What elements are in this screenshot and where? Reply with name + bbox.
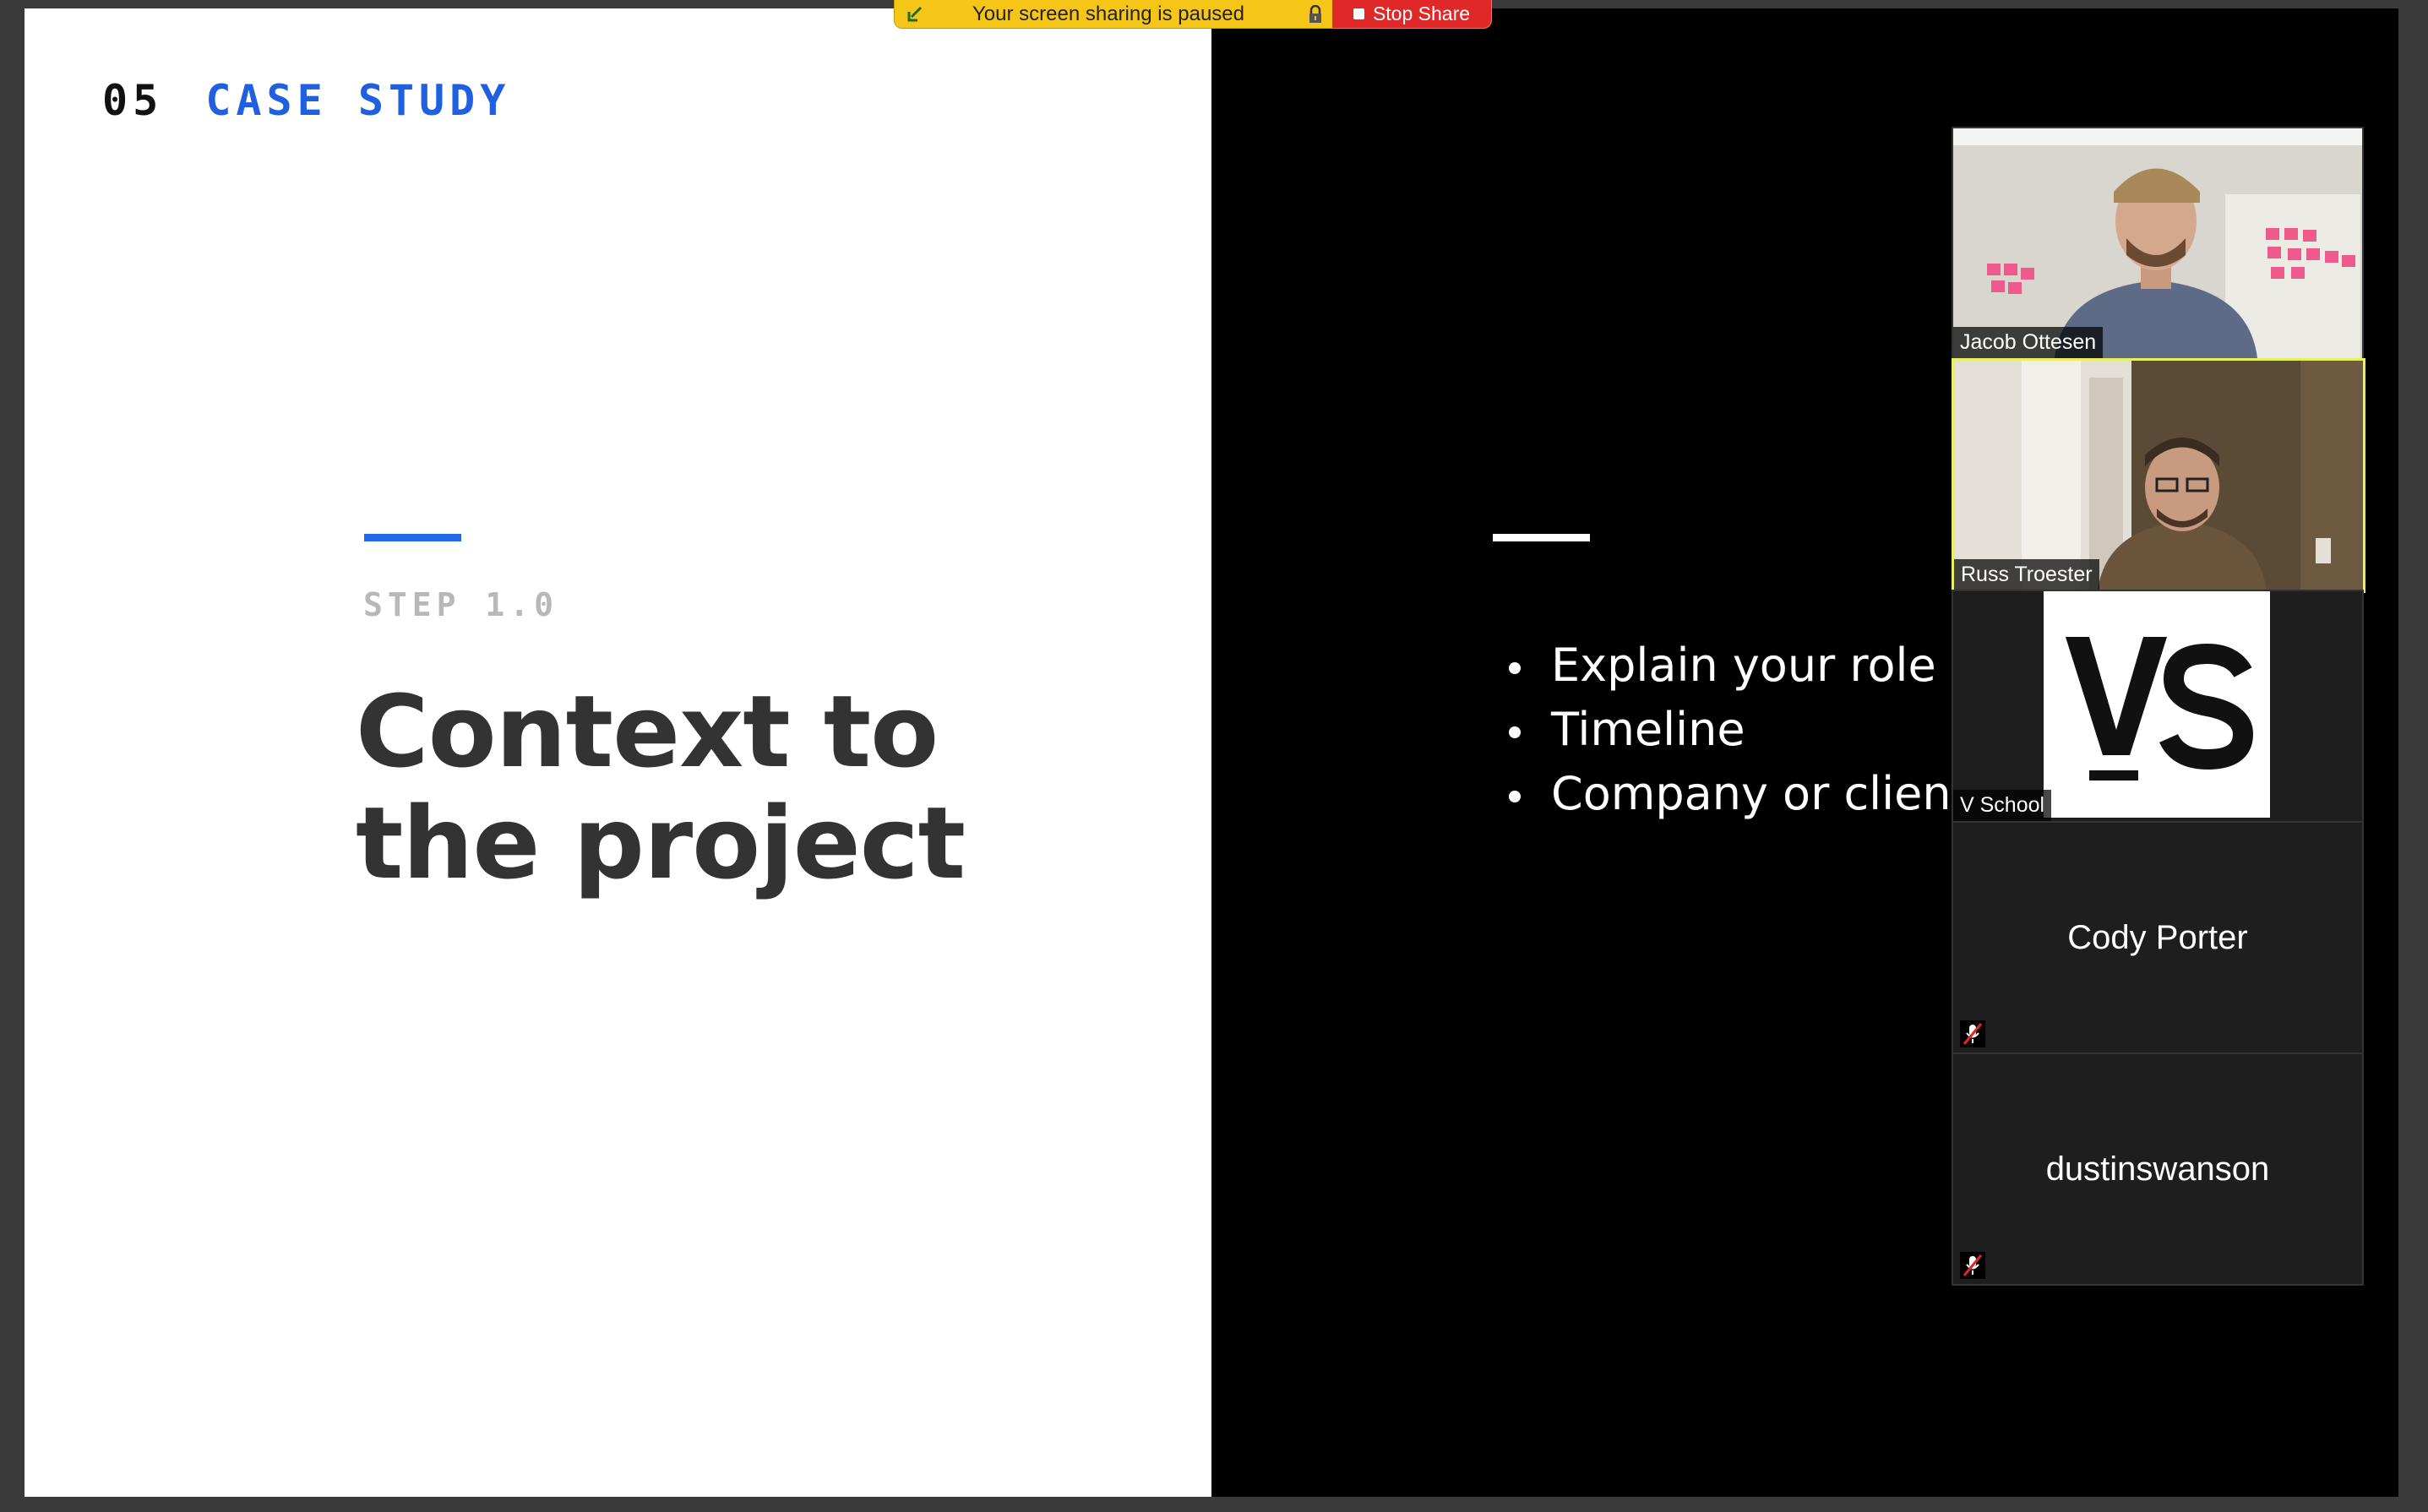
- step-label: STEP 1.0: [363, 586, 559, 623]
- section-number: 05: [102, 76, 164, 125]
- participant-tile[interactable]: dustinswanson: [1952, 1052, 2364, 1286]
- mic-muted-icon: [1960, 1252, 1985, 1279]
- participant-tile[interactable]: Cody Porter: [1952, 821, 2364, 1054]
- participant-name: dustinswanson: [2045, 1150, 2270, 1188]
- participant-tile[interactable]: V School: [1952, 590, 2364, 823]
- mic-muted-icon: [1960, 1020, 1985, 1047]
- screen-share-paused-text: Your screen sharing is paused: [972, 2, 1244, 25]
- participant-tile[interactable]: Jacob Ottesen: [1952, 127, 2364, 360]
- slide-title: Context to the project: [356, 676, 1116, 899]
- participant-video: [1953, 128, 2362, 358]
- participant-video: [1954, 361, 2363, 590]
- bullet-item: Timeline: [1509, 698, 1969, 762]
- window-frame-bottom: [0, 1497, 2428, 1512]
- stop-share-label: Stop Share: [1372, 3, 1471, 24]
- lock-icon[interactable]: [1298, 0, 1332, 28]
- slide-left-panel: 05 CASE STUDY STEP 1.0 Context to the pr…: [24, 8, 1211, 1497]
- stop-share-button[interactable]: Stop Share: [1332, 0, 1491, 28]
- participant-name: Jacob Ottesen: [1953, 327, 2104, 358]
- slide-title-line-1: Context to: [356, 673, 939, 790]
- participant-tile-active-speaker[interactable]: Russ Troester: [1952, 358, 2365, 593]
- stop-icon: [1353, 8, 1364, 19]
- resume-arrow-icon[interactable]: [895, 0, 935, 28]
- participant-name: Russ Troester: [1954, 559, 2099, 590]
- v-school-logo: [2044, 591, 2270, 818]
- section-name: CASE STUDY: [205, 76, 511, 125]
- section-heading: 05 CASE STUDY: [102, 76, 510, 125]
- screen-share-banner: Your screen sharing is paused Stop Share: [894, 0, 1492, 29]
- slide-title-line-2: the project: [356, 785, 966, 901]
- participant-name: Cody Porter: [2067, 918, 2248, 956]
- participant-name: V School: [1953, 790, 2052, 821]
- bullet-list: Explain your role Timeline Company or cl…: [1509, 634, 1969, 826]
- accent-rule: [364, 534, 461, 541]
- bullet-item: Company or client: [1509, 762, 1969, 826]
- participant-gallery: Jacob Ottesen Russ Troester V School Cod…: [1952, 127, 2365, 1286]
- bullet-item: Explain your role: [1509, 634, 1969, 698]
- window-frame-right: [2398, 0, 2428, 1512]
- accent-rule-white: [1493, 534, 1590, 541]
